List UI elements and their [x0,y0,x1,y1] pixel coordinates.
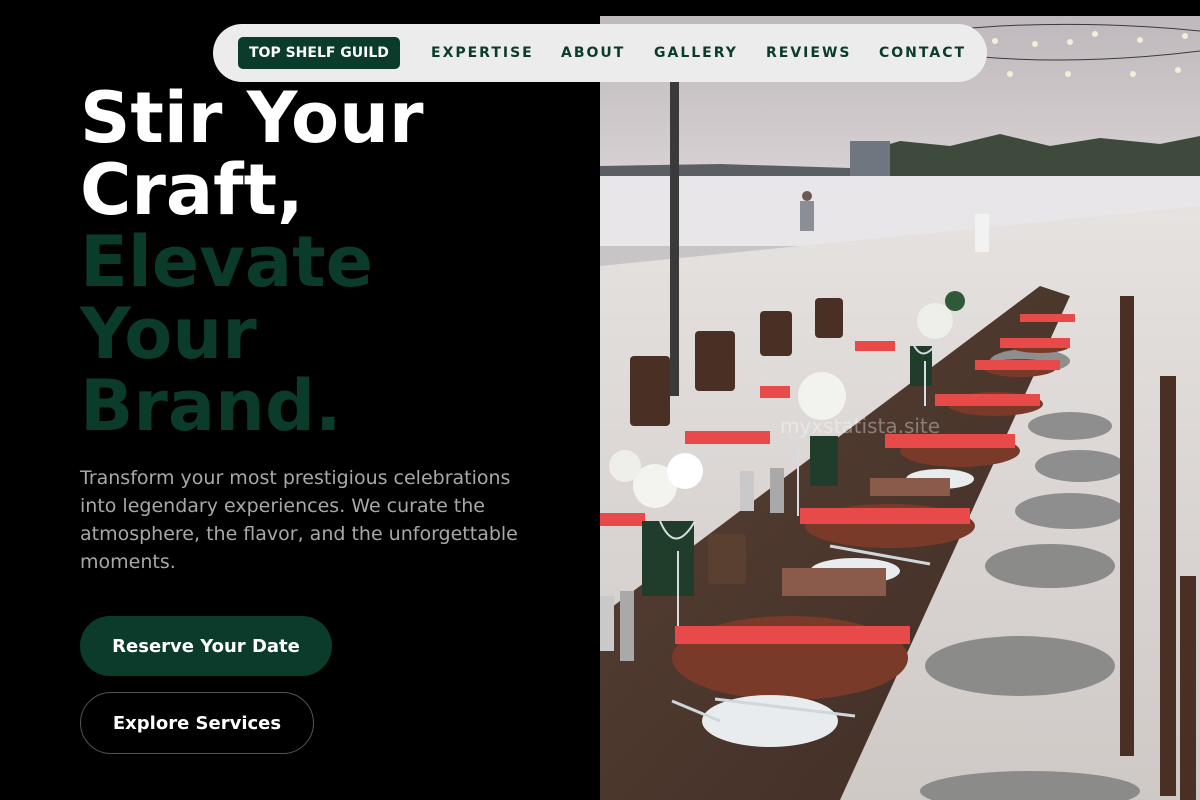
explore-services-button[interactable]: Explore Services [80,692,314,754]
headline-line-3: Elevate [80,221,374,303]
nav-link-about[interactable]: ABOUT [561,24,625,82]
beach-dinner-illustration [600,16,1200,800]
nav-link-expertise[interactable]: EXPERTISE [431,24,534,82]
headline-line-2: Craft, [80,149,304,231]
top-nav: TOP SHELF GUILD EXPERTISE ABOUT GALLERY … [213,24,987,82]
hero-subcopy: Transform your most prestigious celebrat… [80,467,518,573]
headline-line-4: Your [80,293,257,375]
photo-watermark: myxstatista.site [780,414,941,438]
hero-photo: myxstatista.site [600,16,1200,800]
brand-logo[interactable]: TOP SHELF GUILD [238,37,400,69]
nav-link-reviews[interactable]: REVIEWS [766,24,851,82]
hero-section: Stir Your Craft, Elevate Your Brand. Tra… [0,0,600,800]
reserve-date-button[interactable]: Reserve Your Date [80,616,332,676]
hero-headline: Stir Your Craft, Elevate Your Brand. [80,82,580,442]
headline-line-1: Stir Your [80,77,424,159]
nav-link-contact[interactable]: CONTACT [879,24,966,82]
nav-link-gallery[interactable]: GALLERY [654,24,738,82]
headline-line-5: Brand. [80,365,342,447]
